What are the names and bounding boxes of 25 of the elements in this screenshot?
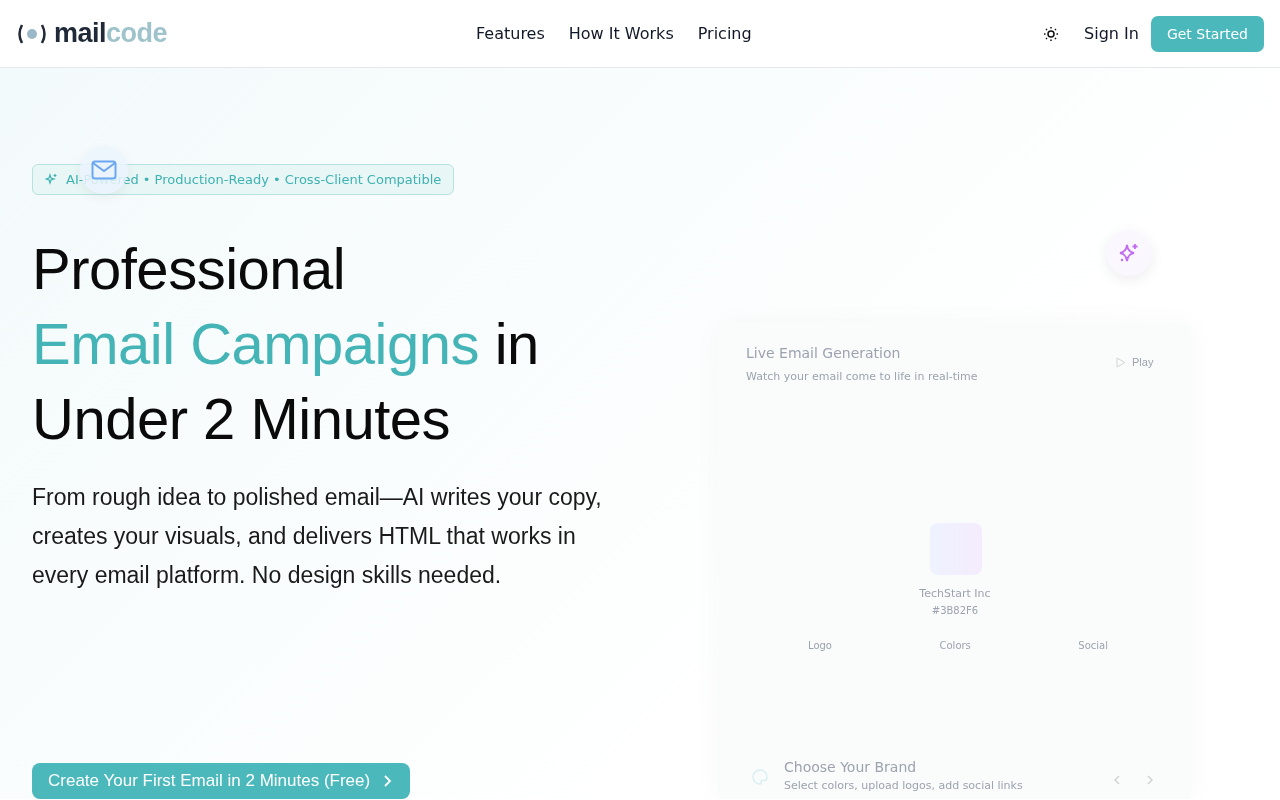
- nav-link[interactable]: Features: [476, 24, 545, 43]
- demo-subtitle: Watch your email come to life in real-time: [746, 370, 978, 383]
- headline-line: Email Campaigns in: [32, 309, 540, 378]
- sparkle-icon: [1118, 242, 1140, 264]
- demo-title: Live Email Generation: [746, 345, 901, 361]
- brand-tab[interactable]: Colors: [939, 640, 971, 651]
- sun-icon: [1043, 25, 1060, 42]
- step-title: Choose Your Brand: [784, 759, 917, 775]
- hero-subtitle: From rough idea to polished email—AI writes your copy, creates your visuals, and delivers HTML that works in every email platform. No design skills needed.: [32, 482, 603, 590]
- get-started-button[interactable]: Get Started: [1150, 15, 1264, 52]
- brand-name: TechStart Inc: [918, 587, 992, 600]
- brand-tab[interactable]: Logo: [808, 640, 832, 651]
- sparkle-icon: [45, 172, 58, 186]
- brand-name[interactable]: mailcode: [54, 18, 168, 49]
- play-button[interactable]: Play: [1116, 356, 1154, 368]
- nav-link[interactable]: Pricing: [697, 24, 752, 43]
- create-email-button[interactable]: Create Your First Email in 2 Minutes (Free): [32, 762, 411, 799]
- step-description: Select colors, upload logos, add social links: [784, 779, 1023, 792]
- headline-line: Under 2 Minutes: [32, 384, 452, 453]
- headline-line: Professional: [32, 234, 347, 303]
- brand-tab[interactable]: Social: [1078, 640, 1108, 651]
- play-icon: [1116, 356, 1126, 368]
- brand-color: #3B82F6: [930, 605, 980, 616]
- sign-in-link[interactable]: Sign In: [1078, 24, 1139, 43]
- nav-link[interactable]: How It Works: [568, 24, 674, 43]
